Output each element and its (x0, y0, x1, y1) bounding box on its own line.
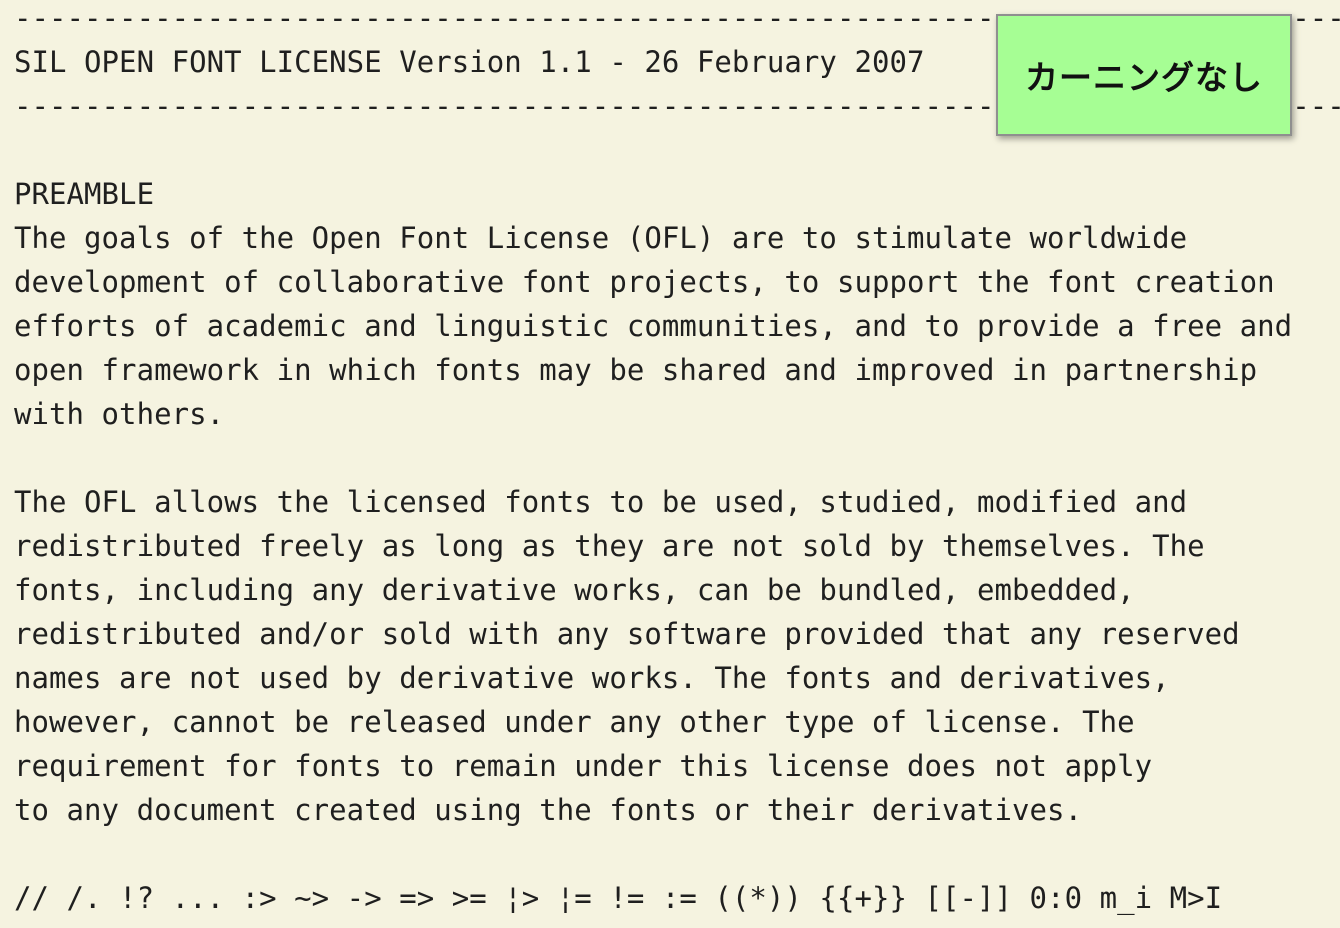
paragraph-line: The goals of the Open Font License (OFL)… (14, 221, 1188, 255)
paragraph-line: names are not used by derivative works. … (14, 661, 1170, 695)
section-heading-preamble: PREAMBLE (14, 177, 155, 211)
paragraph-line: redistributed freely as long as they are… (14, 529, 1205, 563)
paragraph-line: however, cannot be released under any ot… (14, 705, 1135, 739)
paragraph-line: with others. (14, 397, 225, 431)
kerning-off-badge: カーニングなし (996, 14, 1292, 136)
paragraph-line: fonts, including any derivative works, c… (14, 573, 1135, 607)
paragraph-line: to any document created using the fonts … (14, 793, 1083, 827)
paragraph-line: redistributed and/or sold with any softw… (14, 617, 1240, 651)
paragraph-line: development of collaborative font projec… (14, 265, 1275, 299)
paragraph-line: open framework in which fonts may be sha… (14, 353, 1258, 387)
ligature-sample-line: // /. !? ... :> ~> -> => >= ¦> ¦= != := … (14, 881, 1223, 915)
paragraph-line: requirement for fonts to remain under th… (14, 749, 1153, 783)
license-title: SIL OPEN FONT LICENSE Version 1.1 - 26 F… (14, 45, 925, 79)
paragraph-line: efforts of academic and linguistic commu… (14, 309, 1293, 343)
kerning-off-label: カーニングなし (1025, 58, 1263, 97)
paragraph-line: The OFL allows the licensed fonts to be … (14, 485, 1188, 519)
